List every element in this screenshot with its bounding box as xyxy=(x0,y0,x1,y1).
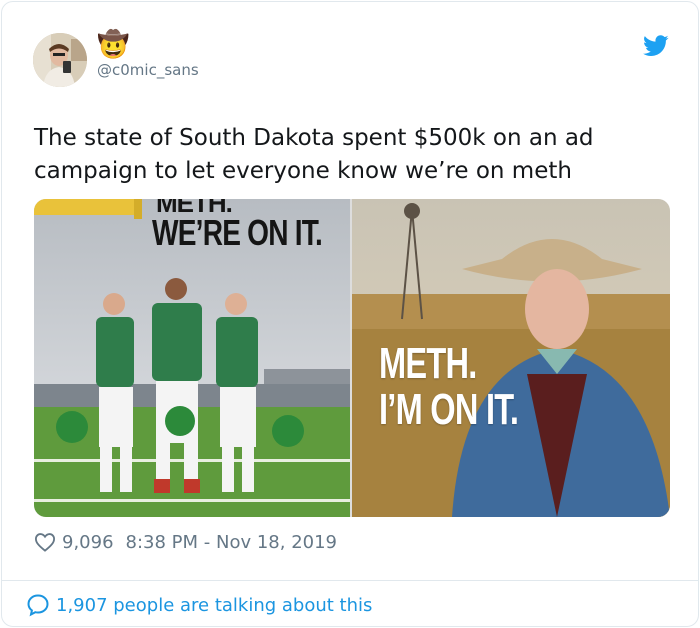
ad-left-main-text: WE’RE ON IT. xyxy=(152,212,323,253)
tweet-card: 🤠 @c0mic_sans The state of South Dakota … xyxy=(1,1,699,627)
divider xyxy=(2,580,698,581)
ad-left-caption: METH. WE’RE ON IT. xyxy=(152,199,342,253)
talking-count[interactable]: 1,907 people are talking about this xyxy=(56,595,372,616)
tweet-timestamp[interactable]: 8:38 PM - Nov 18, 2019 xyxy=(126,532,337,553)
ad-left-top-text: METH. xyxy=(152,199,342,213)
avatar-photo xyxy=(33,33,87,87)
speech-bubble-icon xyxy=(27,594,49,617)
ad-right-line1: METH. xyxy=(379,339,477,388)
tweet-text: The state of South Dakota spent $500k on… xyxy=(34,125,594,184)
user-handle[interactable]: @c0mic_sans xyxy=(97,60,199,80)
ad-right-line2: I’M ON IT. xyxy=(379,385,519,434)
user-identity[interactable]: 🤠 @c0mic_sans xyxy=(97,30,199,80)
heart-icon[interactable] xyxy=(34,532,56,552)
tweet-media[interactable]: METH. WE’RE ON IT. METH. I’M ON IT. xyxy=(34,199,670,517)
avatar[interactable] xyxy=(33,33,87,87)
display-name-emoji: 🤠 xyxy=(97,30,130,60)
conversation-link[interactable]: 1,907 people are talking about this xyxy=(26,592,372,618)
tweet-meta: 9,096 8:38 PM - Nov 18, 2019 xyxy=(34,529,337,555)
ad-right-caption: METH. I’M ON IT. xyxy=(379,341,567,433)
twitter-bird-icon[interactable] xyxy=(643,35,669,57)
like-count[interactable]: 9,096 xyxy=(62,532,114,553)
